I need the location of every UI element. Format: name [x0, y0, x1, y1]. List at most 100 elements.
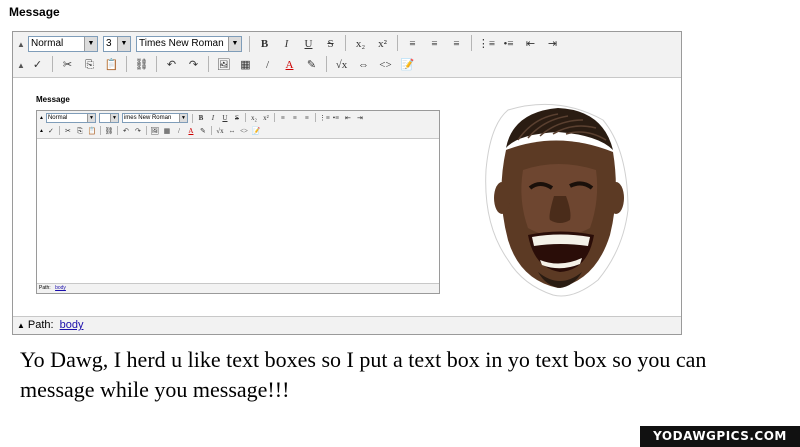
format-select[interactable]: Normal ▼ — [28, 36, 98, 52]
table-icon: ▦ — [163, 127, 171, 135]
editor-statusbar: ▲ Path: body — [13, 316, 681, 334]
resize-grip-icon[interactable]: ▲ — [17, 317, 25, 334]
hr-icon[interactable]: / — [258, 56, 277, 74]
toolbar-divider — [116, 126, 118, 135]
toolbar-divider — [99, 126, 101, 135]
strikethrough-button: S — [235, 114, 239, 122]
align-center-button: ≡ — [292, 114, 297, 122]
spellcheck-icon[interactable]: ✓ — [28, 56, 47, 74]
paste-icon: 📋 — [87, 127, 97, 135]
text-color-icon[interactable]: A — [280, 56, 299, 74]
align-left-button[interactable]: ≡ — [403, 35, 422, 53]
bold-button[interactable]: B — [255, 35, 274, 53]
toolbar-divider — [471, 35, 472, 51]
table-icon[interactable]: ▦ — [236, 56, 255, 74]
meme-caption: Yo Dawg, I herd u like text boxes so I p… — [20, 347, 707, 402]
toolbar-row-2: ▲ ✓ ✂ ⎘ 📋 ⛓ ↶ ↷ 🖼 ▦ / A ✎ √x ⇔ <> 📝 — [17, 55, 420, 75]
toolbar-row-1: ▲ Normal ▼ 3 ▼ Times New Roman ▼ B I U Sx₂ x… — [17, 34, 565, 54]
nested-tool-buttons: ✓ ✂ ⎘ 📋 ⛓ ↶ ↷ 🖼 ▦ / A ✎ √x ⇔ <> 📝 — [46, 126, 263, 136]
cut-icon: ✂ — [65, 127, 71, 135]
nested-formatting-buttons: B I U Sx₂ x² ≡ ≡ ≡ ⋮≡ •≡ ⇤ ⇥ — [196, 113, 367, 123]
outdent-button: ⇤ — [345, 114, 351, 122]
copy-icon[interactable]: ⎘ — [80, 56, 99, 74]
chevron-down-icon: ▼ — [178, 114, 187, 122]
edit-source-icon[interactable]: 📝 — [398, 56, 417, 74]
code-icon: <> — [240, 127, 248, 135]
nested-font-family-select: imes New Roman ▼ — [121, 113, 188, 123]
toolbar-grip-icon: ▲ — [39, 128, 44, 134]
toolbar-divider — [210, 126, 212, 135]
nested-font-family-value: imes New Roman — [123, 115, 172, 121]
nested-path-body-link: body — [55, 285, 66, 291]
inner-message-label: Message — [36, 95, 70, 104]
editor-toolbar: ▲ Normal ▼ 3 ▼ Times New Roman ▼ B I U Sx₂ x… — [13, 32, 681, 78]
highlight-icon[interactable]: ✎ — [302, 56, 321, 74]
hr-icon: / — [177, 127, 180, 135]
unordered-list-button[interactable]: •≡ — [499, 35, 518, 53]
ordered-list-button[interactable]: ⋮≡ — [477, 35, 496, 53]
code-icon[interactable]: <> — [376, 56, 395, 74]
paste-icon[interactable]: 📋 — [102, 56, 121, 74]
chevron-down-icon: ▼ — [84, 37, 97, 51]
nested-rich-text-editor: ▲ Normal ▼ ▼ imes New Roman ▼ B I U Sx₂ x² ≡ ≡… — [36, 110, 440, 294]
direction-icon[interactable]: ⇔ — [354, 56, 373, 74]
toolbar-divider — [326, 56, 327, 72]
formatting-buttons: B I U Sx₂ x² ≡ ≡ ≡ ⋮≡ •≡ ⇤ ⇥ — [255, 35, 565, 53]
font-size-select[interactable]: 3 ▼ — [103, 36, 131, 52]
underline-button: U — [222, 114, 228, 122]
toolbar-grip-icon[interactable]: ▲ — [17, 61, 25, 70]
toolbar-divider — [191, 113, 193, 123]
nested-font-size-select: ▼ — [98, 113, 119, 123]
nested-editor-statusbar: Path: body — [37, 283, 439, 293]
toolbar-divider — [126, 56, 127, 72]
subscript-button[interactable]: x₂ — [351, 35, 370, 53]
ordered-list-button: ⋮≡ — [318, 114, 330, 122]
link-icon[interactable]: ⛓ — [132, 56, 151, 74]
superscript-button: x² — [263, 114, 269, 122]
toolbar-divider — [249, 36, 250, 52]
toolbar-grip-icon[interactable]: ▲ — [17, 40, 25, 49]
toolbar-divider — [397, 35, 398, 51]
toolbar-divider — [52, 56, 53, 72]
indent-button[interactable]: ⇥ — [543, 35, 562, 53]
math-icon: √x — [216, 127, 224, 135]
path-label: Path: — [27, 319, 54, 331]
laughing-man-face-image — [485, 103, 629, 297]
toolbar-grip-icon: ▲ — [39, 115, 44, 121]
format-select-value: Normal — [31, 38, 64, 49]
underline-button[interactable]: U — [299, 35, 318, 53]
align-right-button[interactable]: ≡ — [447, 35, 466, 53]
math-icon[interactable]: √x — [332, 56, 351, 74]
undo-icon: ↶ — [123, 127, 129, 135]
toolbar-divider — [314, 113, 316, 122]
nested-editor-toolbar: ▲ Normal ▼ ▼ imes New Roman ▼ B I U Sx₂ x² ≡ ≡… — [37, 111, 439, 139]
image-icon[interactable]: 🖼 — [214, 56, 233, 74]
unordered-list-button: •≡ — [332, 114, 340, 122]
font-family-select-value: Times New Roman — [139, 38, 224, 49]
toolbar-divider — [145, 126, 147, 135]
italic-button[interactable]: I — [277, 35, 296, 53]
tool-buttons: ✓ ✂ ⎘ 📋 ⛓ ↶ ↷ 🖼 ▦ / A ✎ √x ⇔ <> 📝 — [28, 56, 420, 74]
superscript-button[interactable]: x² — [373, 35, 392, 53]
align-center-button[interactable]: ≡ — [425, 35, 444, 53]
toolbar-divider — [58, 126, 60, 135]
toolbar-divider — [208, 56, 209, 72]
outdent-button[interactable]: ⇤ — [521, 35, 540, 53]
text-color-icon: A — [188, 127, 194, 135]
message-label: Message — [9, 5, 60, 19]
redo-icon[interactable]: ↷ — [184, 56, 203, 74]
cut-icon[interactable]: ✂ — [58, 56, 77, 74]
copy-icon: ⎘ — [77, 127, 83, 135]
font-family-select[interactable]: Times New Roman ▼ — [136, 36, 242, 52]
spellcheck-icon: ✓ — [48, 127, 54, 135]
indent-button: ⇥ — [357, 114, 363, 122]
path-body-link[interactable]: body — [60, 317, 84, 334]
nested-toolbar-row-1: ▲ Normal ▼ ▼ imes New Roman ▼ B I U Sx₂ x² ≡ ≡… — [39, 112, 367, 124]
direction-icon: ⇔ — [228, 127, 236, 135]
site-watermark: YODAWGPICS.COM — [640, 426, 800, 447]
nested-format-select-value: Normal — [47, 115, 68, 121]
toolbar-divider — [345, 35, 346, 51]
nested-format-select: Normal ▼ — [45, 113, 96, 123]
undo-icon[interactable]: ↶ — [162, 56, 181, 74]
strikethrough-button[interactable]: S — [321, 35, 340, 53]
